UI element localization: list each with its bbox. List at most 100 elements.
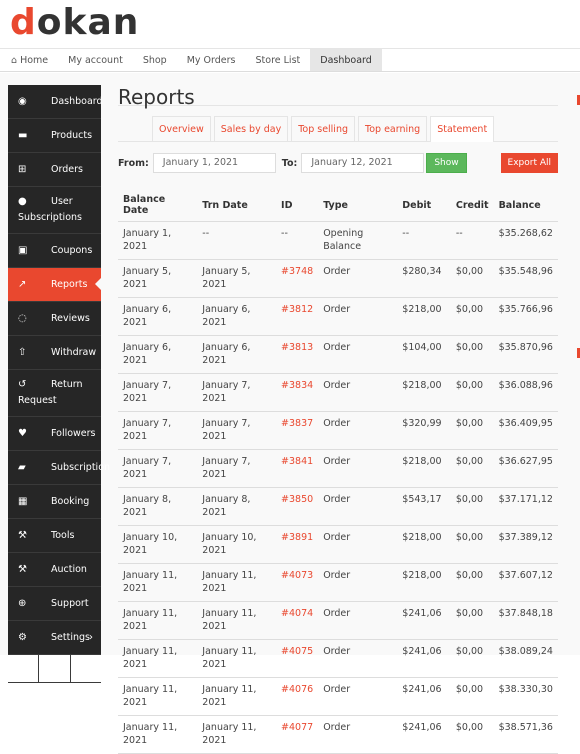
cart-icon: ⊞ <box>18 164 27 175</box>
table-cell: -- <box>276 221 319 260</box>
order-link[interactable]: #3812 <box>276 297 319 336</box>
table-cell: $0,00 <box>450 335 494 374</box>
sidebar-footer: ↗ ● ⏻ <box>8 655 101 683</box>
order-link[interactable]: #4074 <box>276 601 319 640</box>
table-cell: January 6, 2021 <box>118 297 198 336</box>
table-cell: January 11, 2021 <box>118 677 198 716</box>
from-date-input[interactable]: January 1, 2021 <box>152 153 276 173</box>
table-cell: $38.330,30 <box>493 677 558 716</box>
table-cell: January 11, 2021 <box>197 677 277 716</box>
table-cell: January 8, 2021 <box>118 487 198 526</box>
order-link[interactable]: #3813 <box>276 335 319 374</box>
table-cell: Order <box>318 715 398 754</box>
sidebar-item-label: Orders <box>51 164 83 175</box>
table-cell: Order <box>318 563 398 602</box>
sidebar-item-subscription[interactable]: ▰ Subscription <box>8 451 110 485</box>
sidebar-item-withdraw[interactable]: ⇧ Withdraw <box>8 336 101 370</box>
table-cell: $37.171,12 <box>493 487 558 526</box>
gift-icon: ▣ <box>18 245 28 256</box>
tab-top-selling[interactable]: Top selling <box>291 116 356 141</box>
user-icon[interactable]: ● <box>39 655 71 682</box>
order-link[interactable]: #3834 <box>276 373 319 412</box>
comments-icon: ◌ <box>18 313 27 324</box>
nav-label: Home <box>20 55 49 66</box>
table-cell: Order <box>318 297 398 336</box>
sidebar-item-tools[interactable]: ⚒ Tools <box>8 519 101 553</box>
table-cell: $35.268,62 <box>493 221 558 260</box>
sidebar-item-label: Coupons <box>51 245 93 256</box>
table-cell: -- <box>450 221 494 260</box>
show-button[interactable]: Show <box>426 153 467 173</box>
tab-sales-by-day[interactable]: Sales by day <box>213 116 289 141</box>
dashboard-icon: ◉ <box>18 96 27 107</box>
table-cell: $241,06 <box>397 639 451 678</box>
nav-my-account[interactable]: My account <box>58 49 133 71</box>
order-link[interactable]: #3891 <box>276 525 319 564</box>
sidebar-item-booking[interactable]: ▦ Booking <box>8 485 101 519</box>
table-cell: January 11, 2021 <box>197 563 277 602</box>
table-cell: $218,00 <box>397 449 451 488</box>
nav-label: My account <box>68 55 123 66</box>
order-link[interactable]: #4077 <box>276 715 319 754</box>
calendar-icon: ▦ <box>18 496 28 507</box>
order-link[interactable]: #4075 <box>276 639 319 678</box>
sidebar-item-user-subscriptions[interactable]: ● User Subscriptions <box>8 187 101 234</box>
sidebar-item-dashboard[interactable]: ◉ Dashboard <box>8 85 103 119</box>
nav-store-list[interactable]: Store List <box>246 49 311 71</box>
order-link[interactable]: #4076 <box>276 677 319 716</box>
sidebar-item-products[interactable]: ▬ Products <box>8 119 101 153</box>
table-cell: January 7, 2021 <box>118 411 198 450</box>
nav-home[interactable]: ⌂ Home <box>0 49 58 71</box>
tab-statement[interactable]: Statement <box>430 116 495 142</box>
sidebar-item-return-request[interactable]: ↺ Return Request <box>8 370 101 417</box>
order-link[interactable]: #4073 <box>276 563 319 602</box>
sidebar-item-orders[interactable]: ⊞ Orders <box>8 153 101 187</box>
table-cell: Opening Balance <box>318 221 398 260</box>
sidebar-item-reports[interactable]: ↗ Reports <box>8 268 101 302</box>
order-link[interactable]: #3841 <box>276 449 319 488</box>
sidebar-item-reviews[interactable]: ◌ Reviews <box>8 302 101 336</box>
table-cell: $37.607,12 <box>493 563 558 602</box>
table-row: January 10, 2021 January 10, 2021 #3891 Ord… <box>118 525 558 564</box>
tab-top-earning[interactable]: Top earning <box>358 116 428 141</box>
table-cell: January 11, 2021 <box>118 715 198 754</box>
table-cell: $38.089,24 <box>493 639 558 678</box>
table-cell: $104,00 <box>397 335 451 374</box>
logo-accent: d <box>10 2 37 43</box>
order-link[interactable]: #3748 <box>276 259 319 298</box>
order-link[interactable]: #3837 <box>276 411 319 450</box>
sidebar-item-coupons[interactable]: ▣ Coupons <box>8 234 101 268</box>
table-cell: January 11, 2021 <box>118 601 198 640</box>
table-cell: January 11, 2021 <box>197 715 277 754</box>
nav-my-orders[interactable]: My Orders <box>177 49 246 71</box>
column-header-balance: Balance <box>493 187 558 222</box>
sidebar-item-followers[interactable]: ♥ Followers <box>8 417 101 451</box>
nav-shop[interactable]: Shop <box>133 49 177 71</box>
sidebar-item-auction[interactable]: ⚒ Auction <box>8 553 101 587</box>
external-link-icon[interactable]: ↗ <box>8 655 40 682</box>
table-cell: $36.088,96 <box>493 373 558 412</box>
nav-label: Shop <box>142 55 167 66</box>
sidebar-item-support[interactable]: ⊕ Support <box>8 587 101 621</box>
sidebar-item-label: Tools <box>51 530 75 541</box>
sidebar-item-label: Products <box>51 130 93 141</box>
logo[interactable]: dokan <box>10 2 139 43</box>
dashboard-sidebar: ◉ Dashboard ▬ Products ⊞ Orders ● User Subscrip… <box>8 85 110 683</box>
to-date-input[interactable]: January 12, 2021 <box>301 153 425 173</box>
tab-overview[interactable]: Overview <box>152 116 211 141</box>
column-header-balance-date: Balance Date <box>118 187 198 222</box>
heart-icon: ♥ <box>18 428 27 439</box>
table-cell: January 10, 2021 <box>197 525 277 564</box>
sidebar-item-label: Auction <box>51 564 87 575</box>
order-link[interactable]: #3850 <box>276 487 319 526</box>
power-icon[interactable]: ⏻ <box>71 655 101 682</box>
export-all-button[interactable]: Export All <box>500 153 558 173</box>
gavel-icon: ⚒ <box>18 564 27 575</box>
sidebar-item-settings[interactable]: ⚙ Settings › <box>8 621 101 655</box>
nav-dashboard[interactable]: Dashboard <box>310 49 382 71</box>
table-cell: $543,17 <box>397 487 451 526</box>
table-cell: $241,06 <box>397 677 451 716</box>
table-cell: January 11, 2021 <box>197 601 277 640</box>
page-title: Reports <box>118 73 558 109</box>
statement-table: Balance Date Trn Date ID Type Debit Credit Bal… <box>118 187 558 754</box>
